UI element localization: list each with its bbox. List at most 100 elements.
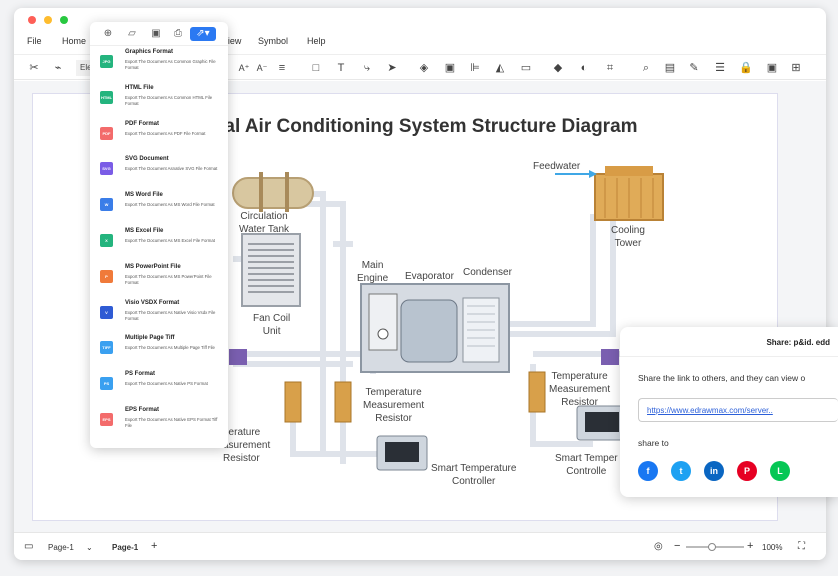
line-color-icon[interactable]: ✎	[686, 60, 702, 76]
export-item-title: Multiple Page Tiff	[125, 335, 175, 342]
find-replace-icon[interactable]: ▤	[662, 60, 678, 76]
file-format-icon: V	[100, 305, 113, 319]
file-format-icon: SVG	[100, 162, 113, 176]
align-icon[interactable]: ≡	[274, 60, 290, 76]
search-icon[interactable]: ⌕	[638, 60, 654, 76]
flip-icon[interactable]: ◭	[492, 60, 508, 76]
menu-home[interactable]: Home	[62, 36, 86, 46]
label-feedwater: Feedwater	[533, 161, 581, 172]
export-item-title: Visio VSDX Format	[125, 299, 180, 306]
export-icon[interactable]: ⇗▾	[190, 27, 216, 41]
crop-icon[interactable]: ⌗	[602, 60, 618, 76]
export-toolbar: ⊕ ▱ ▣ ⎙ ⇗▾	[90, 22, 228, 46]
rectangle-icon[interactable]: □	[308, 60, 324, 76]
page-selector[interactable]: Page-1	[48, 543, 74, 552]
export-item-ms-excel-file[interactable]: X MS Excel File Export The Document As MS …	[90, 225, 228, 259]
align-left-icon[interactable]: ⊫	[467, 60, 483, 76]
label-temp-resistor-mid: Temperature Measurement Resistor	[363, 387, 425, 424]
share-link-field[interactable]: https://www.edrawmax.com/server..	[638, 398, 838, 422]
export-item-ps-format[interactable]: PS PS Format Export The Document As Native…	[90, 368, 228, 402]
tab-page-1[interactable]: Page-1	[112, 543, 138, 552]
pointer-icon[interactable]: ➤	[384, 60, 400, 76]
shape-style-icon[interactable]: ◐	[576, 60, 592, 76]
fan-coil-unit	[241, 233, 301, 307]
font-increase-icon[interactable]: A⁺	[236, 60, 252, 76]
save-icon[interactable]: ▣	[150, 28, 162, 40]
export-item-title: PS Format	[125, 371, 156, 378]
label-main-engine: Main Engine	[357, 260, 389, 284]
export-item-svg-document[interactable]: SVG SVG Document Export The Document Asnat…	[90, 153, 228, 187]
focus-icon[interactable]: ◎	[654, 541, 663, 552]
twitter-share-icon[interactable]: t	[671, 461, 691, 481]
close-window-button[interactable]	[28, 16, 36, 24]
file-format-icon: W	[100, 198, 113, 212]
valve-left	[229, 349, 247, 365]
zoom-level[interactable]: 100%	[762, 543, 782, 552]
text-icon[interactable]: T	[333, 60, 349, 76]
more-icon[interactable]: ⊞	[788, 60, 804, 76]
export-item-description: Export The Document As Common Graphic Fi…	[125, 59, 216, 70]
connector-icon[interactable]: ⤷	[359, 60, 375, 76]
menu-symbol[interactable]: Symbol	[258, 36, 288, 46]
file-format-icon: X	[100, 234, 113, 247]
cut-icon[interactable]: ✂	[26, 60, 42, 76]
line-style-icon[interactable]: ☰	[712, 60, 728, 76]
menu-file[interactable]: File	[27, 36, 42, 46]
export-item-ms-word-file[interactable]: W MS Word File Export The Document As MS W…	[90, 189, 228, 223]
label-evaporator: Evaporator	[405, 271, 454, 282]
export-item-graphics-format[interactable]: JPG Graphics Format Export The Document As…	[90, 46, 228, 80]
export-item-description: Export The Document As Native PS Format	[125, 381, 208, 387]
zoom-slider-handle[interactable]	[708, 543, 716, 551]
label-fan-coil: Fan Coil Unit	[253, 313, 291, 337]
facebook-share-icon[interactable]: f	[638, 461, 658, 481]
linkedin-share-icon[interactable]: in	[704, 461, 724, 481]
export-item-visio-vsdx-format[interactable]: V Visio VSDX Format Export The Document As…	[90, 297, 228, 331]
export-item-ms-powerpoint-file[interactable]: P MS PowerPoint File Export The Document A…	[90, 261, 228, 295]
export-item-html-file[interactable]: HTML HTML File Export The Document As Comm…	[90, 82, 228, 116]
export-item-description: Export The Document As Native EPS Format…	[125, 417, 218, 428]
export-item-description: Export The Document As PDF File Format	[125, 130, 206, 136]
maximize-window-button[interactable]	[60, 16, 68, 24]
zoom-out-button[interactable]: −	[674, 540, 680, 552]
label-smart-controller-right: Smart Temper Controlle	[555, 453, 618, 477]
export-item-pdf-format[interactable]: PDF PDF Format Export The Document As PDF …	[90, 118, 228, 152]
export-item-description: Export The Document As Multiple Page Tif…	[125, 345, 215, 351]
export-item-title: EPS Format	[125, 407, 160, 413]
file-format-icon: PS	[100, 377, 113, 391]
line-share-icon[interactable]: L	[770, 461, 790, 481]
export-item-title: Graphics Format	[125, 49, 174, 55]
file-format-icon: P	[100, 269, 113, 283]
lock-icon[interactable]: 🔒	[738, 60, 754, 76]
minimize-window-button[interactable]	[44, 16, 52, 24]
export-item-description: Export The Document Asnative SVG File Fo…	[125, 166, 218, 172]
pinterest-share-icon[interactable]: P	[737, 461, 757, 481]
share-to-label: share to	[638, 438, 669, 448]
layers-icon[interactable]: ◈	[416, 60, 432, 76]
label-circulation-tank: Circulation Water Tank	[239, 211, 290, 235]
export-item-description: Export The Document As MS Excel File For…	[125, 238, 215, 243]
group-icon[interactable]: ▣	[442, 60, 458, 76]
export-item-multiple-page-tiff[interactable]: TIFF Multiple Page Tiff Export The Documen…	[90, 332, 228, 366]
print-icon[interactable]: ⎙	[172, 28, 184, 40]
open-folder-icon[interactable]: ▱	[126, 28, 138, 40]
menu-help[interactable]: Help	[307, 36, 326, 46]
export-item-title: MS Excel File	[125, 228, 164, 234]
fill-icon[interactable]: ◆	[550, 60, 566, 76]
file-format-icon: EPS	[100, 413, 113, 426]
fit-icon[interactable]: ▣	[764, 60, 780, 76]
format-painter-icon[interactable]: ⌁	[50, 60, 66, 76]
export-item-description: Export The Document As Common HTML File …	[125, 94, 213, 106]
share-header: Share: p&id. edd	[620, 327, 838, 357]
file-format-icon: TIFF	[100, 341, 113, 355]
zoom-in-button[interactable]: +	[747, 540, 753, 552]
chevron-down-icon[interactable]: ⌄	[86, 543, 93, 552]
export-item-title: HTML File	[125, 84, 154, 91]
export-item-eps-format[interactable]: EPS EPS Format Export The Document As Nati…	[90, 404, 228, 438]
add-page-button[interactable]: +	[151, 540, 157, 552]
new-icon[interactable]: ⊕	[102, 28, 114, 40]
page-view-icon[interactable]: ▭	[24, 541, 33, 552]
export-item-title: PDF Format	[125, 120, 160, 127]
fullscreen-icon[interactable]: ⛶	[798, 541, 805, 552]
frame-icon[interactable]: ▭	[518, 60, 534, 76]
font-decrease-icon[interactable]: A⁻	[254, 60, 270, 76]
